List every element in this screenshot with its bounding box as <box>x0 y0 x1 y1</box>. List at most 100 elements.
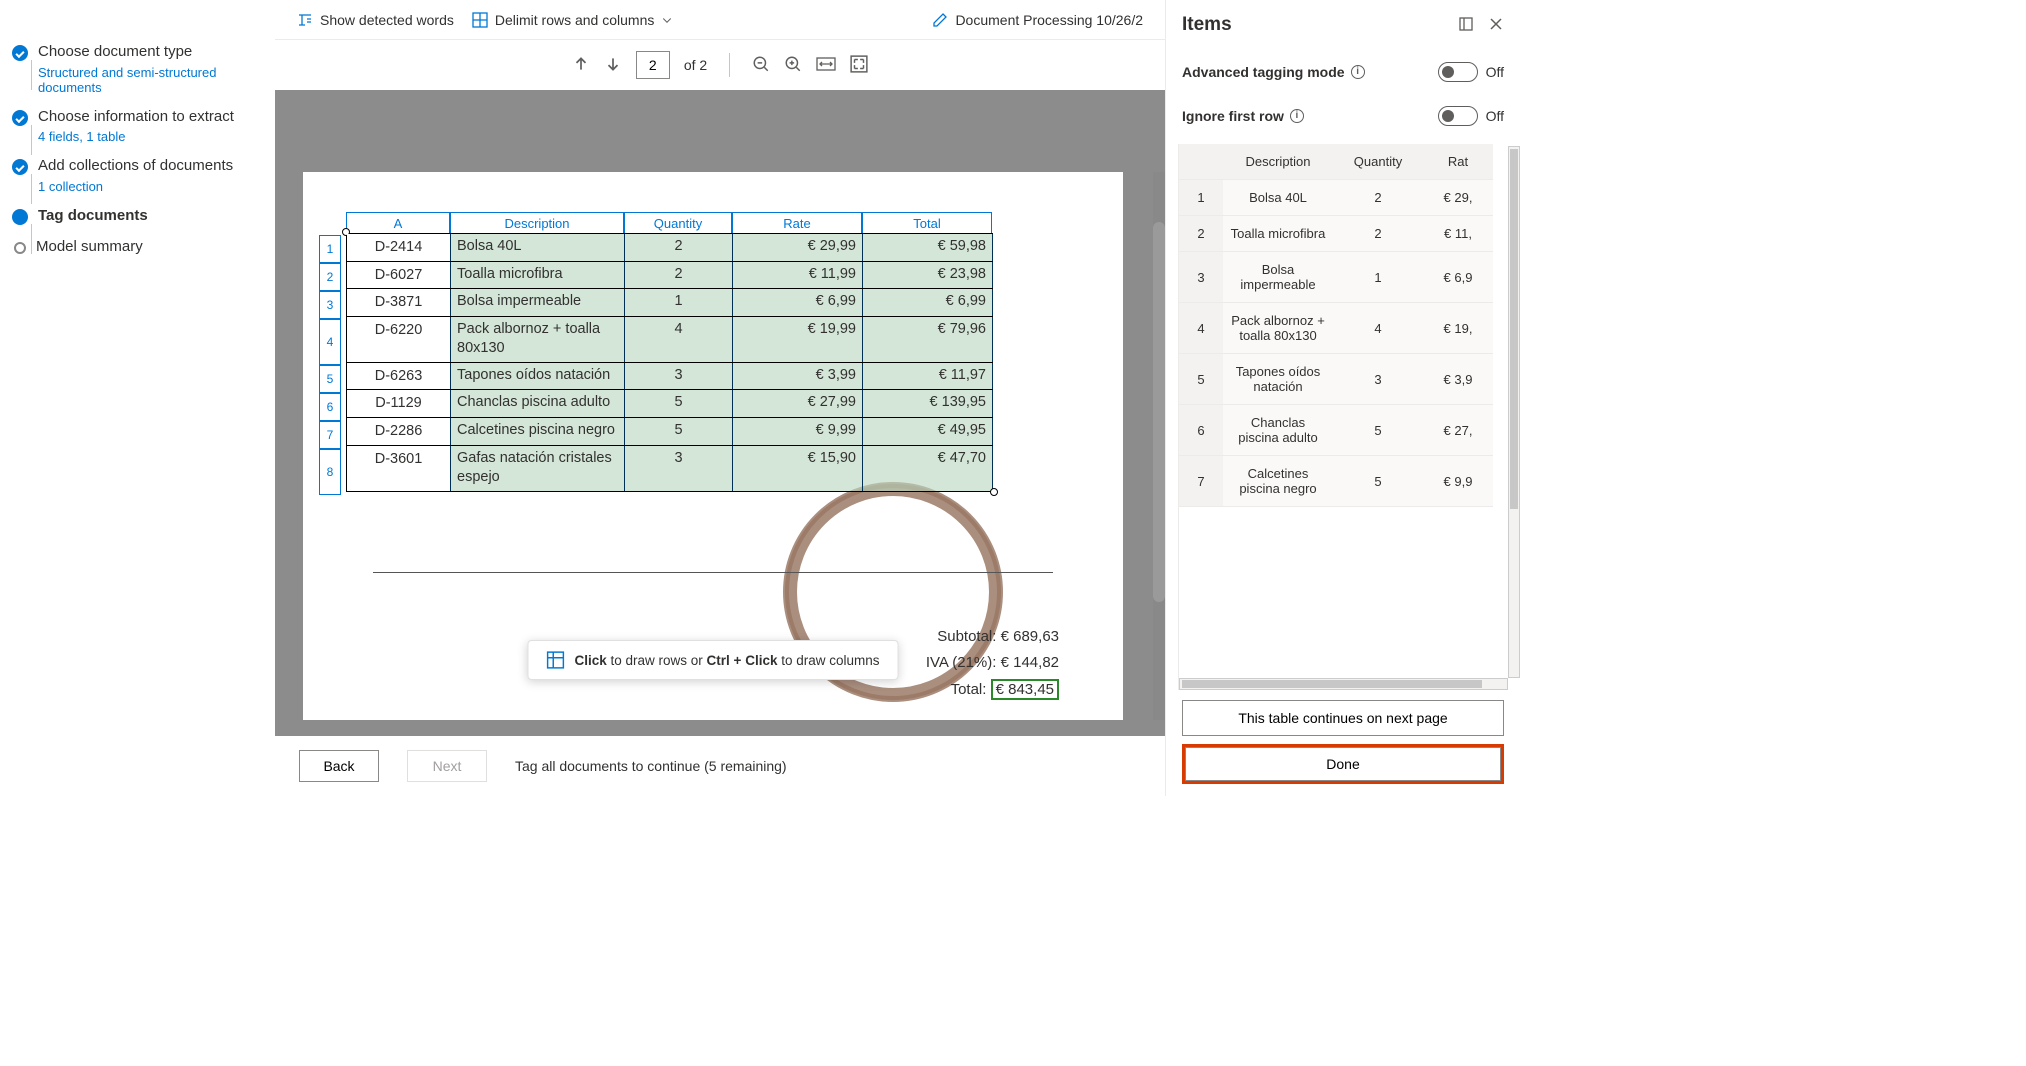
cell-qty[interactable]: 4 <box>625 317 733 362</box>
cell-total[interactable]: € 11,97 <box>863 363 993 390</box>
cell-rate[interactable]: € 29,99 <box>733 234 863 261</box>
nav-step-collections[interactable]: Add collections of documents 1 collectio… <box>12 150 275 200</box>
cell-rate[interactable]: € 15,90 <box>733 446 863 491</box>
ignore-first-row-toggle[interactable]: Ignore first rowi Off <box>1182 94 1504 138</box>
items-row[interactable]: 1Bolsa 40L2€ 29, <box>1179 180 1493 216</box>
nav-step-extract[interactable]: Choose information to extract 4 fields, … <box>12 101 275 151</box>
scrollbar-thumb[interactable] <box>1182 680 1482 688</box>
doc-title[interactable]: Document Processing 10/26/2 <box>932 12 1143 28</box>
popout-icon[interactable] <box>1458 16 1474 35</box>
scrollbar-thumb[interactable] <box>1510 149 1518 509</box>
cell-total[interactable]: € 139,95 <box>863 390 993 417</box>
cell-total[interactable]: € 6,99 <box>863 289 993 316</box>
continue-next-page-button[interactable]: This table continues on next page <box>1182 700 1504 736</box>
cell-qty[interactable]: 2 <box>625 234 733 261</box>
table-row[interactable]: D-2286Calcetines piscina negro5€ 9,99€ 4… <box>347 417 993 445</box>
document-canvas[interactable]: A Description Quantity Rate Total 123456… <box>275 90 1165 736</box>
cell-rate[interactable]: € 11,99 <box>733 262 863 289</box>
cell-desc[interactable]: Gafas natación cristales espejo <box>451 446 625 491</box>
zoom-out-button[interactable] <box>752 55 770 76</box>
info-icon[interactable]: i <box>1290 109 1304 123</box>
toggle-switch[interactable] <box>1438 62 1478 82</box>
table-row[interactable]: D-2414Bolsa 40L2€ 29,99€ 59,98 <box>347 233 993 261</box>
info-icon[interactable]: i <box>1351 65 1365 79</box>
items-row[interactable]: 5Tapones oídos natación3€ 3,9 <box>1179 354 1493 405</box>
items-row[interactable]: 4Pack albornoz + toalla 80x1304€ 19, <box>1179 303 1493 354</box>
page-input[interactable] <box>636 51 670 79</box>
items-row[interactable]: 2Toalla microfibra2€ 11, <box>1179 216 1493 252</box>
cell-desc[interactable]: Bolsa impermeable <box>451 289 625 316</box>
nav-step-tag[interactable]: Tag documents <box>12 200 275 232</box>
items-row[interactable]: 3Bolsa impermeable1€ 6,9 <box>1179 252 1493 303</box>
items-row[interactable]: 6Chanclas piscina adulto5€ 27, <box>1179 405 1493 456</box>
table-row[interactable]: D-3601Gafas natación cristales espejo3€ … <box>347 445 993 491</box>
items-row[interactable]: 7Calcetines piscina negro5€ 9,9 <box>1179 456 1493 507</box>
col-head[interactable]: Description <box>450 212 624 234</box>
cell-qty[interactable]: 3 <box>625 363 733 390</box>
show-words-button[interactable]: Show detected words <box>297 12 454 28</box>
advanced-tagging-toggle[interactable]: Advanced tagging modei Off <box>1182 50 1504 94</box>
cell-desc[interactable]: Calcetines piscina negro <box>451 418 625 445</box>
cell-code[interactable]: D-6220 <box>347 317 451 362</box>
col-head[interactable]: Quantity <box>624 212 732 234</box>
done-button[interactable]: Done <box>1185 747 1501 781</box>
row-head[interactable]: 4 <box>319 319 341 365</box>
cell-code[interactable]: D-3601 <box>347 446 451 491</box>
nav-step-summary[interactable]: Model summary <box>12 231 275 263</box>
row-head[interactable]: 6 <box>319 393 341 421</box>
cell-qty[interactable]: 1 <box>625 289 733 316</box>
cell-desc[interactable]: Pack albornoz + toalla 80x130 <box>451 317 625 362</box>
cell-code[interactable]: D-2414 <box>347 234 451 261</box>
col-head[interactable]: A <box>346 212 450 234</box>
cell-code[interactable]: D-6263 <box>347 363 451 390</box>
row-head[interactable]: 3 <box>319 291 341 319</box>
cell-rate[interactable]: € 6,99 <box>733 289 863 316</box>
cell-desc[interactable]: Bolsa 40L <box>451 234 625 261</box>
nav-step-doctype[interactable]: Choose document type Structured and semi… <box>12 36 275 101</box>
col-head[interactable]: Total <box>862 212 992 234</box>
cell-desc[interactable]: Toalla microfibra <box>451 262 625 289</box>
table-row[interactable]: D-6263Tapones oídos natación3€ 3,99€ 11,… <box>347 362 993 390</box>
cell-code[interactable]: D-6027 <box>347 262 451 289</box>
cell-total[interactable]: € 59,98 <box>863 234 993 261</box>
cell-total[interactable]: € 49,95 <box>863 418 993 445</box>
cell-qty[interactable]: 5 <box>625 390 733 417</box>
cell-qty[interactable]: 2 <box>625 262 733 289</box>
scrollbar-thumb[interactable] <box>1153 222 1165 602</box>
cell-total[interactable]: € 23,98 <box>863 262 993 289</box>
cell-rate[interactable]: € 19,99 <box>733 317 863 362</box>
toggle-switch[interactable] <box>1438 106 1478 126</box>
table-row[interactable]: D-6027Toalla microfibra2€ 11,99€ 23,98 <box>347 261 993 289</box>
items-table[interactable]: Description Quantity Rat 1Bolsa 40L2€ 29… <box>1178 144 1520 690</box>
zoom-in-button[interactable] <box>784 55 802 76</box>
row-head[interactable]: 5 <box>319 365 341 393</box>
page-next-button[interactable] <box>604 55 622 76</box>
items-scrollbar-h[interactable] <box>1179 678 1508 690</box>
cell-code[interactable]: D-3871 <box>347 289 451 316</box>
row-head[interactable]: 1 <box>319 235 341 263</box>
table-row[interactable]: D-1129Chanclas piscina adulto5€ 27,99€ 1… <box>347 389 993 417</box>
close-icon[interactable] <box>1488 16 1504 35</box>
cell-rate[interactable]: € 27,99 <box>733 390 863 417</box>
cell-code[interactable]: D-1129 <box>347 390 451 417</box>
row-head[interactable]: 8 <box>319 449 341 495</box>
back-button[interactable]: Back <box>299 750 379 782</box>
canvas-scrollbar[interactable] <box>1153 172 1165 720</box>
table-row[interactable]: D-3871Bolsa impermeable1€ 6,99€ 6,99 <box>347 288 993 316</box>
cell-total[interactable]: € 47,70 <box>863 446 993 491</box>
page-prev-button[interactable] <box>572 55 590 76</box>
tag-grid[interactable]: A Description Quantity Rate Total 123456… <box>319 212 993 492</box>
selection-handle[interactable] <box>990 488 998 496</box>
cell-rate[interactable]: € 9,99 <box>733 418 863 445</box>
row-head[interactable]: 2 <box>319 263 341 291</box>
fit-page-button[interactable] <box>850 55 868 76</box>
cell-desc[interactable]: Tapones oídos natación <box>451 363 625 390</box>
row-head[interactable]: 7 <box>319 421 341 449</box>
col-head[interactable]: Rate <box>732 212 862 234</box>
cell-rate[interactable]: € 3,99 <box>733 363 863 390</box>
delimit-button[interactable]: Delimit rows and columns <box>472 12 674 28</box>
cell-total[interactable]: € 79,96 <box>863 317 993 362</box>
items-scrollbar-v[interactable] <box>1508 146 1520 678</box>
fit-width-button[interactable] <box>816 55 836 76</box>
cell-desc[interactable]: Chanclas piscina adulto <box>451 390 625 417</box>
